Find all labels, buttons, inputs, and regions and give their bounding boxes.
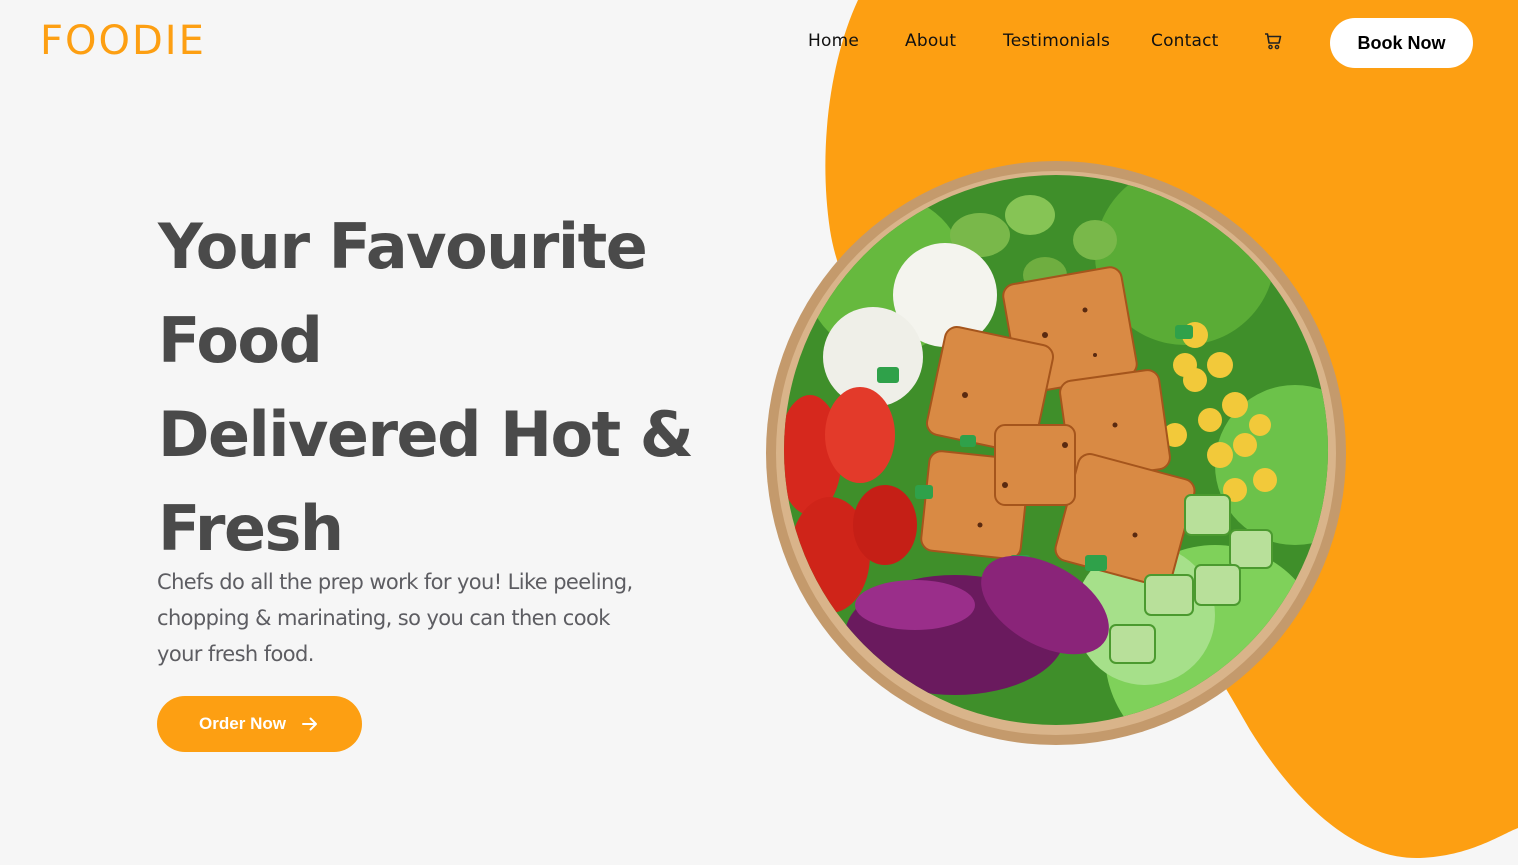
hero-description: Chefs do all the prep work for you! Like… (157, 570, 633, 666)
salad-bowl-image (766, 161, 1346, 745)
nav-testimonials[interactable]: Testimonials (1003, 31, 1110, 51)
hero-title: Your Favourite Food Delivered Hot & Fres… (158, 200, 778, 576)
order-now-label: Order Now (199, 714, 286, 733)
arrow-right-icon (301, 717, 317, 731)
nav-contact[interactable]: Contact (1151, 31, 1219, 51)
hero-title-line: Delivered Hot & (158, 398, 694, 471)
nav-home[interactable]: Home (808, 31, 859, 51)
shopping-cart-icon[interactable] (1263, 31, 1283, 51)
hero-title-line: Your Favourite Food (158, 210, 648, 377)
hero-title-line: Fresh (158, 492, 344, 565)
main-nav: Home About Testimonials Contact Book Now (0, 0, 1518, 86)
book-now-button[interactable]: Book Now (1330, 18, 1473, 68)
order-now-button[interactable]: Order Now (157, 696, 362, 752)
nav-about[interactable]: About (905, 31, 956, 51)
